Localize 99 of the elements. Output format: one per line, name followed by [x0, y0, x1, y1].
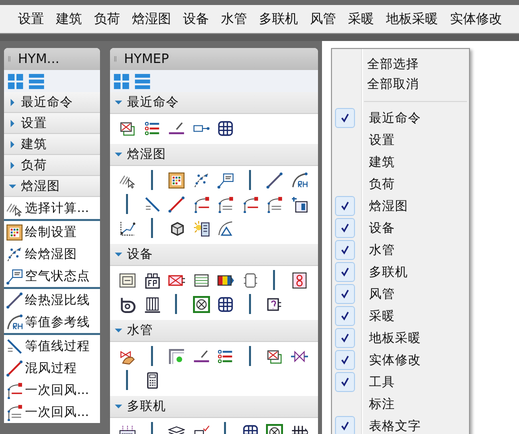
list-view-button[interactable]	[134, 72, 151, 90]
scatter-icon[interactable]	[192, 172, 210, 188]
grid-view-button[interactable]	[7, 72, 24, 90]
command-item[interactable]: 混风过程	[4, 357, 100, 379]
section-header[interactable]: 焓湿图	[110, 144, 318, 166]
window-icon[interactable]	[266, 348, 283, 364]
menu-item[interactable]: 负荷	[369, 176, 395, 192]
category-header[interactable]: 最近命令	[4, 92, 100, 113]
curve-icon[interactable]	[192, 196, 210, 212]
scatter-icon	[6, 246, 23, 262]
command-item[interactable]: 等值参考线	[4, 311, 100, 333]
menu-item[interactable]: 全部取消	[332, 74, 469, 94]
curve-icon[interactable]	[266, 196, 283, 212]
pencil-icon[interactable]	[168, 120, 185, 136]
menu-item[interactable]: 风管	[369, 286, 395, 302]
command-item[interactable]: 空气状态点	[4, 265, 100, 287]
line-icon	[6, 292, 23, 308]
command-item[interactable]: 等值线过程	[4, 335, 100, 357]
list-icon[interactable]	[144, 120, 160, 136]
line-icon	[6, 360, 23, 376]
grid-view-icon	[7, 72, 24, 90]
category-header[interactable]: 负荷	[4, 155, 100, 176]
grid-icon[interactable]	[217, 296, 234, 312]
curve-icon[interactable]	[217, 196, 234, 212]
command-item[interactable]: 绘制设置	[4, 221, 100, 243]
bracket-icon[interactable]	[242, 272, 258, 288]
line-icon[interactable]	[168, 196, 185, 212]
grid-view-button[interactable]	[113, 72, 130, 90]
section-header[interactable]: 设备	[110, 244, 318, 266]
line-icon	[6, 338, 23, 354]
palette-icon[interactable]	[168, 172, 185, 188]
panel-icon[interactable]	[290, 196, 308, 212]
menu-item[interactable]: 设置	[369, 132, 395, 148]
list-view-icon	[28, 72, 45, 90]
menu-item[interactable]: 全部选择	[332, 54, 469, 74]
grid-view-icon	[113, 72, 130, 90]
command-item[interactable]: 绘焓湿图	[4, 243, 100, 265]
curve-icon	[6, 314, 23, 330]
callout-icon[interactable]	[217, 172, 234, 188]
menu-item[interactable]: 设置	[12, 10, 50, 28]
menu-item[interactable]: 工具	[369, 374, 395, 390]
corner-icon[interactable]	[168, 348, 185, 364]
menu-item[interactable]: 设备	[177, 10, 215, 28]
menu-item[interactable]: 实体修改	[444, 10, 508, 28]
command-item[interactable]: 一次回风...	[4, 401, 100, 423]
line-icon[interactable]	[266, 172, 283, 188]
menu-item[interactable]: 实体修改	[369, 352, 421, 368]
chart-icon[interactable]	[119, 220, 136, 236]
curve-icon	[6, 382, 23, 398]
list-view-button[interactable]	[28, 72, 45, 90]
command-item[interactable]: 一次回风...	[4, 379, 100, 401]
fan-icon[interactable]	[119, 296, 136, 312]
menu-item[interactable]: 水管	[215, 10, 253, 28]
triangle-icon[interactable]	[217, 220, 234, 236]
list-icon[interactable]	[217, 348, 234, 364]
menu-item[interactable]: 多联机	[253, 10, 304, 28]
menu-item[interactable]: 标注	[369, 396, 395, 412]
curve-icon[interactable]	[290, 172, 308, 188]
menu-item[interactable]: 表格文字	[369, 418, 421, 434]
menu-item[interactable]: 建筑	[50, 10, 88, 28]
menu-item[interactable]: 焓湿图	[126, 10, 177, 28]
frame-icon[interactable]	[119, 272, 136, 288]
category-header[interactable]: 建筑	[4, 134, 100, 155]
category-header[interactable]: 设置	[4, 113, 100, 134]
section-header[interactable]: 最近命令	[110, 92, 318, 114]
menu-item[interactable]: 多联机	[369, 264, 408, 280]
pencil-icon[interactable]	[192, 348, 210, 364]
menu-item[interactable]: 地板采暖	[380, 10, 444, 28]
box-icon[interactable]	[290, 272, 308, 288]
menu-item[interactable]: 风管	[304, 10, 342, 28]
section-header[interactable]: 多联机	[110, 396, 318, 418]
panel-title: HYM...	[18, 52, 60, 66]
menu-item[interactable]: 负荷	[88, 10, 126, 28]
line-icon[interactable]	[144, 196, 160, 212]
command-item[interactable]: 选择计算...	[4, 197, 100, 219]
box-icon[interactable]	[192, 272, 210, 288]
panel-title: HYMEP	[124, 52, 169, 66]
box-icon[interactable]	[266, 296, 283, 312]
crossed-circle-icon[interactable]	[192, 296, 210, 312]
sun-icon[interactable]	[192, 220, 210, 236]
command-item[interactable]: 绘热湿比线	[4, 289, 100, 311]
menu-item[interactable]: 地板采暖	[369, 330, 421, 346]
section-header[interactable]: 水管	[110, 320, 318, 342]
menu-item[interactable]: 焓湿图	[369, 198, 408, 214]
cube-icon[interactable]	[168, 220, 185, 236]
category-header[interactable]: 焓湿图	[4, 176, 100, 197]
list-view-icon	[134, 72, 151, 90]
curve-icon	[6, 404, 23, 420]
unit-icon[interactable]	[144, 272, 160, 288]
window-icon[interactable]	[119, 120, 136, 136]
menu-item[interactable]: 水管	[369, 242, 395, 258]
menu-item[interactable]: 最近命令	[369, 110, 421, 126]
menu-item[interactable]: 设备	[369, 220, 395, 236]
radiator-icon[interactable]	[144, 296, 160, 312]
curve-icon[interactable]	[242, 196, 258, 212]
menu-item[interactable]: 采暖	[369, 308, 395, 324]
grid-icon[interactable]	[217, 120, 234, 136]
menu-item[interactable]: 采暖	[342, 10, 380, 28]
menu-item[interactable]: 建筑	[369, 154, 395, 170]
